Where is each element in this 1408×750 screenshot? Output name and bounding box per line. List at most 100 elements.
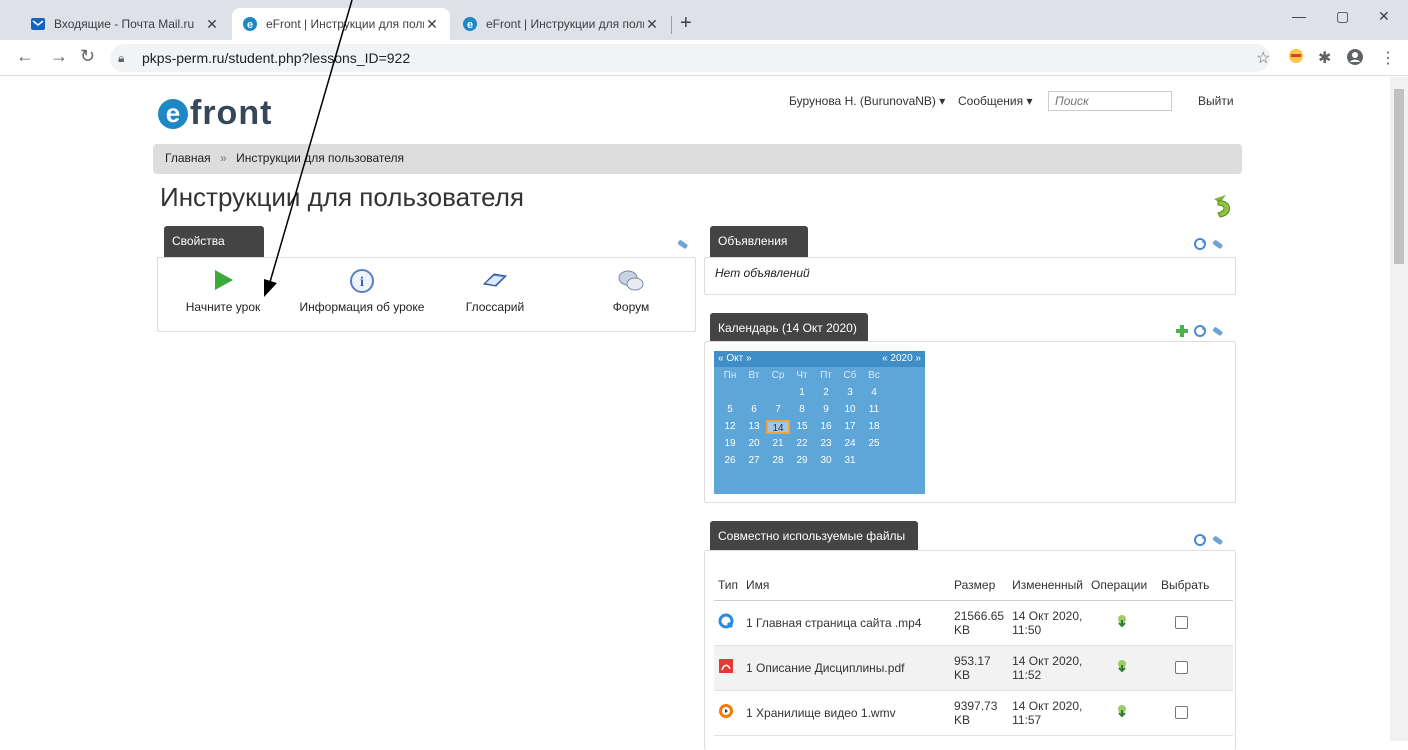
select-checkbox[interactable] xyxy=(1175,616,1189,629)
calendar-day[interactable]: 25 xyxy=(862,437,886,451)
download-icon[interactable] xyxy=(1115,704,1129,718)
calendar-day[interactable]: 22 xyxy=(790,437,814,451)
calendar-day[interactable]: 9 xyxy=(814,403,838,417)
calendar-day[interactable]: 18 xyxy=(862,420,886,434)
calendar-day[interactable]: 30 xyxy=(814,454,838,468)
announcements-header: Объявления xyxy=(710,226,808,258)
efront-logo[interactable]: e front xyxy=(158,89,272,130)
calendar-day[interactable]: 19 xyxy=(718,437,742,451)
maximize-icon[interactable]: ▢ xyxy=(1336,8,1349,25)
back-icon[interactable] xyxy=(1206,191,1238,223)
browser-tab-efront-active[interactable]: e eFront | Инструкции для пользо ✕ xyxy=(232,8,450,40)
col-operations: Операции xyxy=(1087,570,1158,601)
calendar-weekday: Ср xyxy=(771,370,785,381)
extension-icon[interactable] xyxy=(1288,48,1304,69)
minimize-icon[interactable]: — xyxy=(1292,8,1306,24)
file-size: 953.17 KB xyxy=(950,645,1009,691)
download-icon[interactable] xyxy=(1115,614,1129,628)
add-icon[interactable] xyxy=(1175,324,1189,338)
select-checkbox[interactable] xyxy=(1175,706,1189,719)
breadcrumb-home[interactable]: Главная xyxy=(165,151,211,165)
extension-face-icon xyxy=(1289,49,1303,63)
select-checkbox[interactable] xyxy=(1175,661,1189,674)
star-icon[interactable]: ☆ xyxy=(1256,48,1270,68)
glossary-label: Глоссарий xyxy=(465,300,525,314)
calendar-day[interactable]: 3 xyxy=(838,386,862,400)
calendar-day[interactable]: 7 xyxy=(766,403,790,417)
calendar-day[interactable]: 16 xyxy=(814,420,838,434)
breadcrumb: Главная » Инструкции для пользователя xyxy=(153,144,1242,174)
file-name-link[interactable]: 1 Хранилище видео 1.wmv xyxy=(742,690,951,736)
breadcrumb-current[interactable]: Инструкции для пользователя xyxy=(236,151,404,165)
tab-title: Входящие - Почта Mail.ru xyxy=(54,17,195,31)
calendar-day[interactable]: 4 xyxy=(862,386,886,400)
logout-link[interactable]: Выйти xyxy=(1198,94,1234,108)
reload-icon[interactable]: ↻ xyxy=(80,46,95,67)
calendar-day[interactable]: 8 xyxy=(790,403,814,417)
calendar-day[interactable]: 17 xyxy=(838,420,862,434)
col-name[interactable]: Имя xyxy=(742,570,951,601)
user-menu[interactable]: Бурунова Н. (BurunovaNB) ▾ xyxy=(789,94,945,108)
table-row: 1 Описание Дисциплины.pdf 953.17 KB 14 О… xyxy=(714,645,1233,691)
start-lesson-button[interactable]: Начните урок xyxy=(158,268,288,314)
calendar-day[interactable]: 11 xyxy=(862,403,886,417)
lesson-info-button[interactable]: i Информация об уроке xyxy=(297,268,427,314)
calendar-month[interactable]: « Окт » xyxy=(718,353,752,365)
profile-icon[interactable] xyxy=(1346,48,1364,71)
col-modified[interactable]: Измененный xyxy=(1008,570,1088,601)
close-tab-icon[interactable]: ✕ xyxy=(644,16,660,33)
calendar-day[interactable]: 26 xyxy=(718,454,742,468)
forum-button[interactable]: Форум xyxy=(566,268,696,314)
file-name-link[interactable]: 1 Описание Дисциплины.pdf xyxy=(742,645,951,691)
calendar-day[interactable]: 27 xyxy=(742,454,766,468)
new-tab-icon[interactable]: + xyxy=(680,12,692,35)
file-name-link[interactable]: 1 Главная страница сайта .mp4 xyxy=(742,600,951,646)
forward-arrow-icon[interactable]: → xyxy=(50,46,68,67)
back-arrow-icon[interactable]: ← xyxy=(16,46,34,67)
calendar-day[interactable]: 31 xyxy=(838,454,862,468)
page-scrollbar[interactable] xyxy=(1390,77,1408,741)
lesson-info-label: Информация об уроке xyxy=(299,300,425,314)
refresh-icon[interactable] xyxy=(1193,533,1207,547)
calendar-day[interactable]: 2 xyxy=(814,386,838,400)
calendar-day[interactable]: 10 xyxy=(838,403,862,417)
calendar-day[interactable]: 12 xyxy=(718,420,742,434)
calendar-year[interactable]: « 2020 » xyxy=(882,353,921,365)
browser-tab-mail[interactable]: Входящие - Почта Mail.ru ✕ xyxy=(20,8,230,40)
refresh-icon[interactable] xyxy=(1193,324,1207,338)
scrollbar-thumb[interactable] xyxy=(1394,89,1404,264)
minimize-panel-icon[interactable] xyxy=(1211,533,1225,547)
search-input[interactable] xyxy=(1048,91,1172,111)
calendar-day-today[interactable]: 14 xyxy=(766,420,790,434)
calendar-day[interactable]: 13 xyxy=(742,420,766,434)
file-modified: 14 Окт 2020, 11:57 xyxy=(1008,690,1088,736)
col-type[interactable]: Тип xyxy=(714,570,743,601)
calendar-weekday: Вт xyxy=(748,370,760,381)
calendar-day[interactable]: 5 xyxy=(718,403,742,417)
messages-menu[interactable]: Сообщения ▾ xyxy=(958,94,1032,108)
download-icon[interactable] xyxy=(1115,659,1129,673)
col-size[interactable]: Размер xyxy=(950,570,1009,601)
minimize-panel-icon[interactable] xyxy=(1211,237,1225,251)
calendar-weekday: Вс xyxy=(868,370,880,381)
calendar-day[interactable]: 29 xyxy=(790,454,814,468)
puzzle-icon[interactable]: ✱ xyxy=(1318,48,1331,68)
window-close-icon[interactable]: ✕ xyxy=(1378,8,1390,25)
glossary-button[interactable]: Глоссарий xyxy=(430,268,560,314)
calendar-day[interactable]: 24 xyxy=(838,437,862,451)
close-tab-icon[interactable]: ✕ xyxy=(204,16,220,33)
calendar-day[interactable]: 15 xyxy=(790,420,814,434)
url-field[interactable]: 🔒︎ pkps-perm.ru/student.php?lessons_ID=9… xyxy=(110,44,1270,72)
calendar-day[interactable]: 28 xyxy=(766,454,790,468)
menu-dots-icon[interactable]: ⋮ xyxy=(1380,48,1396,68)
calendar-day[interactable]: 21 xyxy=(766,437,790,451)
close-tab-icon[interactable]: ✕ xyxy=(424,16,440,33)
calendar-day[interactable]: 6 xyxy=(742,403,766,417)
calendar-day[interactable]: 1 xyxy=(790,386,814,400)
minimize-panel-icon[interactable] xyxy=(1211,324,1225,338)
calendar-day[interactable]: 20 xyxy=(742,437,766,451)
minimize-panel-icon[interactable] xyxy=(676,237,690,251)
refresh-icon[interactable] xyxy=(1193,237,1207,251)
browser-tab-efront[interactable]: e eFront | Инструкции для пользо ✕ xyxy=(452,8,670,40)
calendar-day[interactable]: 23 xyxy=(814,437,838,451)
